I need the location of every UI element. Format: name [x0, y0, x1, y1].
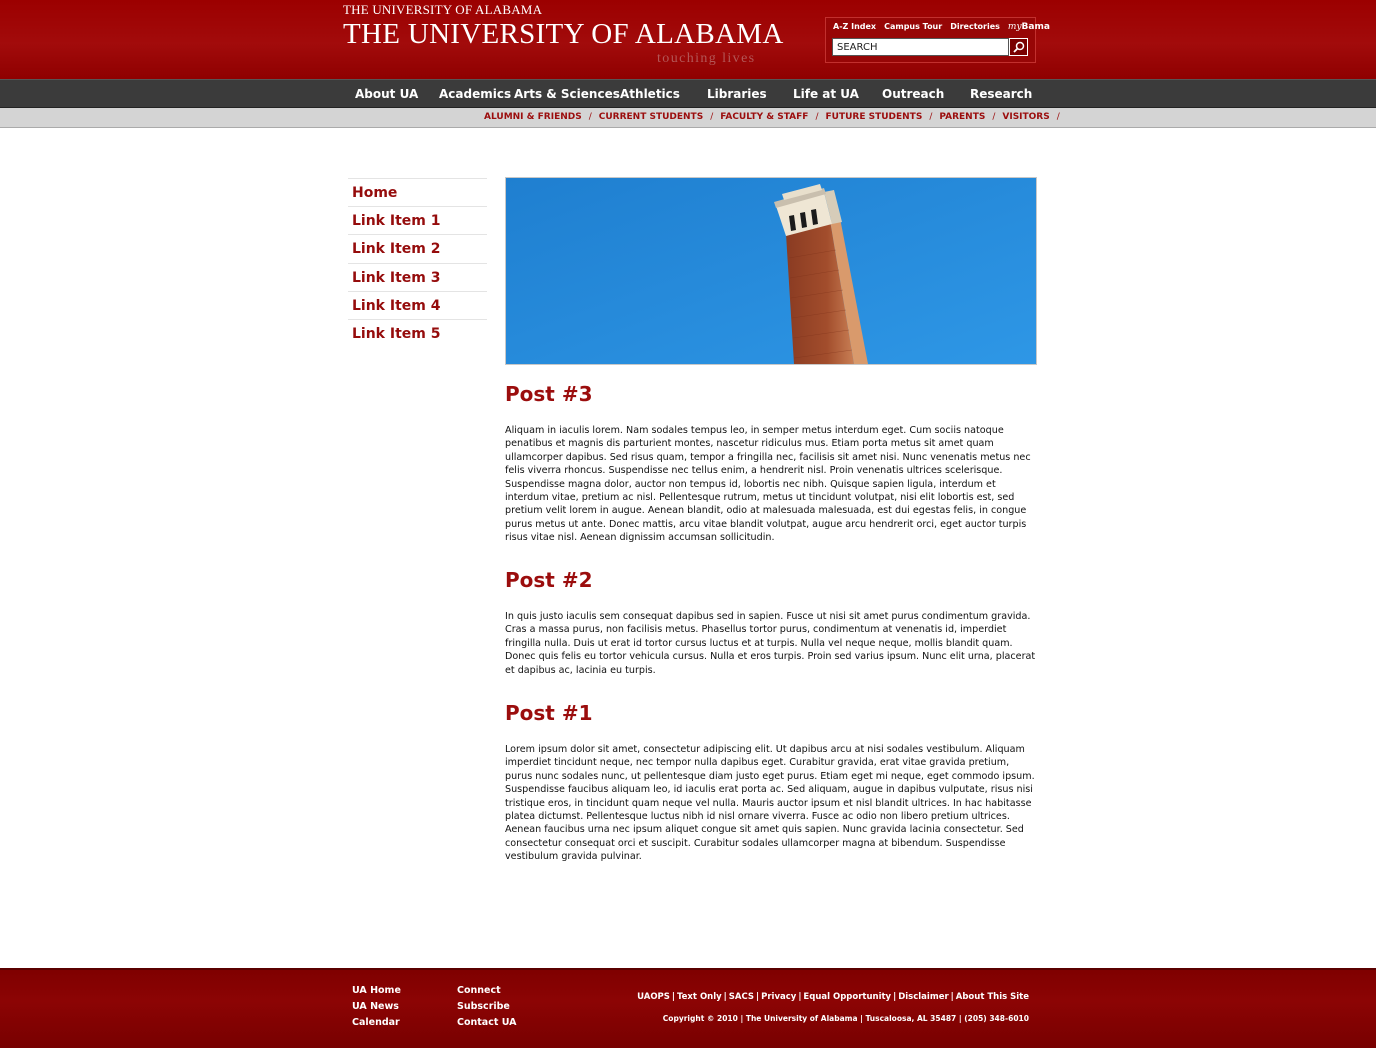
- footer-column-1: UA Home UA News Calendar: [352, 983, 401, 1031]
- nav-life-at-ua[interactable]: Life at UA: [793, 87, 859, 101]
- audience-visitors[interactable]: VISITORS: [1002, 112, 1049, 122]
- small-logo-text[interactable]: THE UNIVERSITY OF ALABAMA: [343, 2, 542, 18]
- university-logo[interactable]: THE UNIVERSITY OF ALABAMA: [343, 18, 784, 51]
- audience-parents[interactable]: PARENTS: [939, 112, 985, 122]
- footer-link-privacy[interactable]: Privacy: [761, 992, 796, 1002]
- legal-separator: |: [798, 992, 802, 1002]
- search-button[interactable]: [1009, 38, 1028, 56]
- tagline: touching lives: [657, 51, 756, 66]
- audience-faculty-staff[interactable]: FACULTY & STAFF: [720, 112, 808, 122]
- legal-separator: |: [893, 992, 897, 1002]
- audience-alumni-friends[interactable]: ALUMNI & FRIENDS: [484, 112, 582, 122]
- post-1: Post #1 Lorem ipsum dolor sit amet, cons…: [505, 701, 1037, 864]
- hero-image: [505, 177, 1037, 365]
- sidebar-item-link-3[interactable]: Link Item 3: [348, 262, 487, 291]
- post-2: Post #2 In quis justo iaculis sem conseq…: [505, 568, 1037, 677]
- sidebar-item-link-2[interactable]: Link Item 2: [348, 234, 487, 262]
- post-body: Aliquam in iaculis lorem. Nam sodales te…: [505, 425, 1031, 544]
- footer-link-about-this-site[interactable]: About This Site: [956, 992, 1029, 1002]
- mybama-prefix: my: [1007, 22, 1022, 32]
- audience-separator: /: [815, 112, 819, 122]
- sidebar-item-link-4[interactable]: Link Item 4: [348, 290, 487, 319]
- audience-separator: /: [588, 112, 592, 122]
- utility-links: A-Z Index Campus Tour Directories myBama: [833, 22, 1050, 32]
- sidebar-item-link-5[interactable]: Link Item 5: [348, 318, 487, 347]
- audience-separator: /: [992, 112, 996, 122]
- search-icon: [1012, 41, 1024, 53]
- post-body: Lorem ipsum dolor sit amet, consectetur …: [505, 744, 1035, 863]
- bell-tower-photo: [506, 178, 1036, 364]
- legal-separator: |: [950, 992, 954, 1002]
- nav-arts-sciences[interactable]: Arts & Sciences: [514, 87, 620, 101]
- search-input[interactable]: [832, 38, 1009, 56]
- nav-outreach[interactable]: Outreach: [882, 87, 944, 101]
- footer-link-disclaimer[interactable]: Disclaimer: [898, 992, 948, 1002]
- campus-tour-link[interactable]: Campus Tour: [884, 22, 942, 32]
- footer-link-contact-ua[interactable]: Contact UA: [457, 1015, 516, 1031]
- audience-navigation: ALUMNI & FRIENDS / CURRENT STUDENTS / FACU…: [0, 108, 1376, 128]
- nav-about-ua[interactable]: About UA: [355, 87, 418, 101]
- footer-link-connect[interactable]: Connect: [457, 983, 516, 999]
- post-title[interactable]: Post #2: [505, 568, 1037, 592]
- post-title[interactable]: Post #3: [505, 382, 1037, 406]
- footer-link-calendar[interactable]: Calendar: [352, 1015, 401, 1031]
- post-body: In quis justo iaculis sem consequat dapi…: [505, 611, 1036, 676]
- site-footer: UA Home UA News Calendar Connect Subscri…: [0, 968, 1376, 1048]
- audience-future-students[interactable]: FUTURE STUDENTS: [825, 112, 922, 122]
- footer-column-2: Connect Subscribe Contact UA: [457, 983, 516, 1031]
- footer-link-uaops[interactable]: UAOPS: [637, 992, 670, 1002]
- directories-link[interactable]: Directories: [950, 22, 1000, 32]
- legal-separator: |: [756, 992, 760, 1002]
- nav-research[interactable]: Research: [970, 87, 1032, 101]
- sidebar-nav: Home Link Item 1 Link Item 2 Link Item 3…: [348, 178, 487, 347]
- legal-separator: |: [671, 992, 675, 1002]
- mybama-suffix: Bama: [1021, 22, 1050, 32]
- utility-box: A-Z Index Campus Tour Directories myBama: [825, 17, 1050, 63]
- nav-athletics[interactable]: Athletics: [620, 87, 680, 101]
- footer-link-sacs[interactable]: SACS: [729, 992, 754, 1002]
- legal-separator: |: [723, 992, 727, 1002]
- sidebar-item-home[interactable]: Home: [348, 178, 487, 206]
- audience-separator: /: [1056, 112, 1060, 122]
- audience-separator: /: [929, 112, 933, 122]
- main-navigation: About UA Academics Arts & Sciences Athle…: [0, 79, 1376, 108]
- nav-libraries[interactable]: Libraries: [707, 87, 767, 101]
- footer-link-ua-home[interactable]: UA Home: [352, 983, 401, 999]
- footer-link-text-only[interactable]: Text Only: [677, 992, 722, 1002]
- nav-academics[interactable]: Academics: [439, 87, 511, 101]
- sidebar-item-link-1[interactable]: Link Item 1: [348, 206, 487, 234]
- post-title[interactable]: Post #1: [505, 701, 1037, 725]
- audience-current-students[interactable]: CURRENT STUDENTS: [599, 112, 703, 122]
- footer-link-ua-news[interactable]: UA News: [352, 999, 401, 1015]
- footer-legal-links: UAOPS | Text Only | SACS | Privacy | Equal O…: [637, 992, 1029, 1002]
- site-header: THE UNIVERSITY OF ALABAMA THE UNIVERSITY…: [0, 0, 1376, 79]
- copyright-text: Copyright © 2010 | The University of Ala…: [662, 1014, 1029, 1023]
- post-3: Post #3 Aliquam in iaculis lorem. Nam so…: [505, 382, 1037, 545]
- footer-link-subscribe[interactable]: Subscribe: [457, 999, 516, 1015]
- footer-link-equal-opportunity[interactable]: Equal Opportunity: [803, 992, 891, 1002]
- audience-separator: /: [710, 112, 714, 122]
- az-index-link[interactable]: A-Z Index: [833, 22, 876, 32]
- mybama-link[interactable]: myBama: [1008, 22, 1050, 32]
